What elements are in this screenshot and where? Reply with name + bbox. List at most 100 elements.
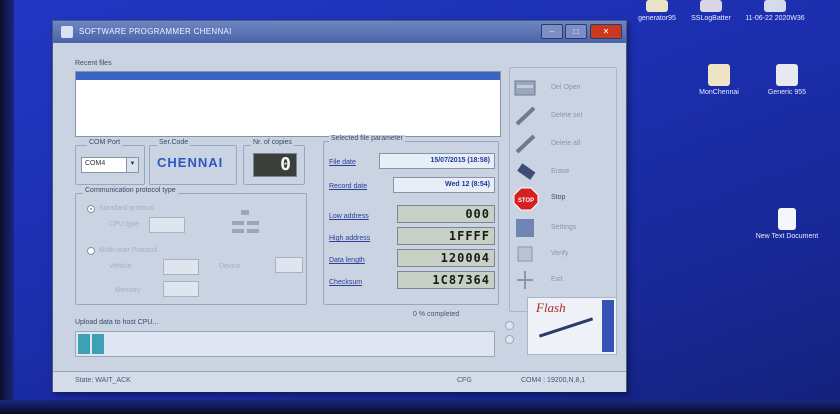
- stop-sign-icon: STOP: [513, 187, 539, 211]
- recent-file-selected-row[interactable]: [76, 72, 500, 80]
- completed-text: 0 % completed: [413, 311, 460, 318]
- device-field[interactable]: [275, 257, 303, 273]
- record-date-value: Wed 12 (8:54): [393, 177, 495, 193]
- record-date-label: Record date: [329, 183, 368, 190]
- file-date-value: 15/07/2015 (18:58): [379, 153, 495, 169]
- file-date-label: File date: [329, 159, 356, 166]
- title-bar[interactable]: SOFTWARE PROGRAMMER CHENNAI – □ ✕: [53, 21, 626, 43]
- com-port-value: COM4: [85, 160, 106, 167]
- side-button-label: Settings: [551, 224, 577, 231]
- high-address-label: High address: [329, 235, 371, 242]
- file-icon: [646, 0, 668, 12]
- window-title: SOFTWARE PROGRAMMER CHENNAI: [79, 27, 232, 36]
- stop-button[interactable]: STOP Stop: [513, 187, 613, 211]
- desktop-icon-date[interactable]: 11-06-22 2020W36: [740, 0, 810, 23]
- verify-icon: [513, 243, 539, 265]
- checksum-value: 1C87364: [397, 271, 495, 289]
- checksum-label: Checksum: [329, 279, 363, 286]
- device-label: Device: [219, 263, 241, 270]
- multi-user-protocol-radio[interactable]: [87, 247, 95, 255]
- pencil-icon: [513, 105, 539, 127]
- cpu-type-label: CPU type: [109, 221, 139, 228]
- eraser-icon: [513, 161, 539, 183]
- text-document-icon: [778, 208, 796, 230]
- side-button-label: Exit: [551, 276, 563, 283]
- upload-progress-fill: [78, 334, 106, 354]
- delete-all-button[interactable]: Delete all: [513, 133, 613, 157]
- application-icon: [708, 64, 730, 86]
- upload-label: Upload data to host CPU...: [75, 319, 159, 326]
- protocol-label: Communication protocol type: [83, 187, 178, 194]
- desktop-icon-label: Generic 955: [767, 89, 807, 96]
- desktop-icon-label: New Text Document: [755, 233, 819, 240]
- screen-bezel-bottom: [0, 400, 840, 414]
- exit-button[interactable]: Exit: [513, 269, 613, 293]
- com-port-label: COM Port: [87, 139, 123, 146]
- standard-protocol-label: Standard protocol: [99, 205, 155, 212]
- file-icon: [700, 0, 722, 12]
- side-button-label: Del Open: [551, 84, 581, 91]
- indicator-light: [505, 335, 514, 344]
- close-button[interactable]: ✕: [590, 24, 622, 39]
- open-file-icon: [513, 77, 539, 99]
- app-icon: [61, 26, 73, 38]
- vehicle-field[interactable]: [163, 259, 199, 275]
- side-button-label: Delete sel: [551, 112, 583, 119]
- ser-code-label: Ser.Code: [157, 139, 191, 146]
- copies-counter: 0: [253, 153, 297, 177]
- com-port-select[interactable]: COM4 ▼: [81, 157, 139, 173]
- chevron-down-icon: ▼: [126, 158, 138, 172]
- status-cfg: CFG: [457, 377, 472, 384]
- side-button-label: Stop: [551, 194, 566, 201]
- verify-button[interactable]: Verify: [513, 243, 613, 267]
- logo-bar: [602, 300, 614, 352]
- desktop-icon-monchennai[interactable]: MonChennai: [684, 64, 754, 97]
- copies-label: Nr. of copies: [251, 139, 294, 146]
- file-icon: [764, 0, 786, 12]
- settings-icon: [513, 217, 539, 239]
- maximize-button[interactable]: □: [565, 24, 587, 39]
- settings-button[interactable]: Settings: [513, 217, 613, 241]
- exit-icon: [513, 269, 539, 291]
- logo-text: Flash: [536, 300, 566, 315]
- memory-field[interactable]: [163, 281, 199, 297]
- desktop-icon-label: MonChennai: [699, 89, 739, 96]
- application-icon: [776, 64, 798, 86]
- status-port: COM4 : 19200,N,8,1: [521, 377, 586, 384]
- desktop-icon-label: 11-06-22 2020W36: [745, 15, 805, 22]
- indicator-light: [505, 321, 514, 330]
- status-bar: State: WAIT_ACK CFG COM4 : 19200,N,8,1: [53, 371, 626, 392]
- vehicle-label: Vehicle: [109, 263, 132, 270]
- desktop-icon-sslog[interactable]: SSLogBatter: [676, 0, 746, 23]
- side-button-label: Erase: [551, 168, 570, 175]
- side-button-label: Verify: [551, 250, 569, 257]
- status-state: State: WAIT_ACK: [75, 377, 131, 384]
- file-params-label: Selected file parameter: [329, 135, 405, 142]
- memory-label: Memory: [115, 287, 141, 294]
- desktop-icon-generic[interactable]: Generic 955: [752, 64, 822, 97]
- standard-protocol-radio[interactable]: [87, 205, 95, 213]
- pencil-icon: [513, 133, 539, 155]
- data-length-label: Data length: [329, 257, 365, 264]
- delete-sel-button[interactable]: Delete sel: [513, 105, 613, 129]
- flash-logo: Flash: [527, 297, 617, 355]
- svg-text:STOP: STOP: [518, 198, 534, 204]
- desktop-icon-label: SSLogBatter: [691, 15, 731, 22]
- data-length-value: 120004: [397, 249, 495, 267]
- low-address-label: Low address: [329, 213, 369, 220]
- logo-swoosh: [538, 317, 594, 338]
- upload-progress-bar: [75, 331, 495, 357]
- desktop-icon-new-text-document[interactable]: New Text Document: [752, 208, 822, 241]
- erase-button[interactable]: Erase: [513, 161, 613, 185]
- recent-files-label: Recent files: [75, 60, 112, 67]
- minimize-button[interactable]: –: [541, 24, 563, 39]
- del-open-button[interactable]: Del Open: [513, 77, 613, 101]
- multi-user-protocol-label: Multi-user Protocol: [99, 247, 158, 254]
- cpu-type-field[interactable]: [149, 217, 185, 233]
- recent-files-list[interactable]: [75, 71, 501, 137]
- low-address-value: 000: [397, 205, 495, 223]
- high-address-value: 1FFFF: [397, 227, 495, 245]
- side-button-label: Delete all: [551, 140, 581, 147]
- screen-bezel: [0, 0, 14, 414]
- programmer-window: SOFTWARE PROGRAMMER CHENNAI – □ ✕ Recent…: [52, 20, 627, 392]
